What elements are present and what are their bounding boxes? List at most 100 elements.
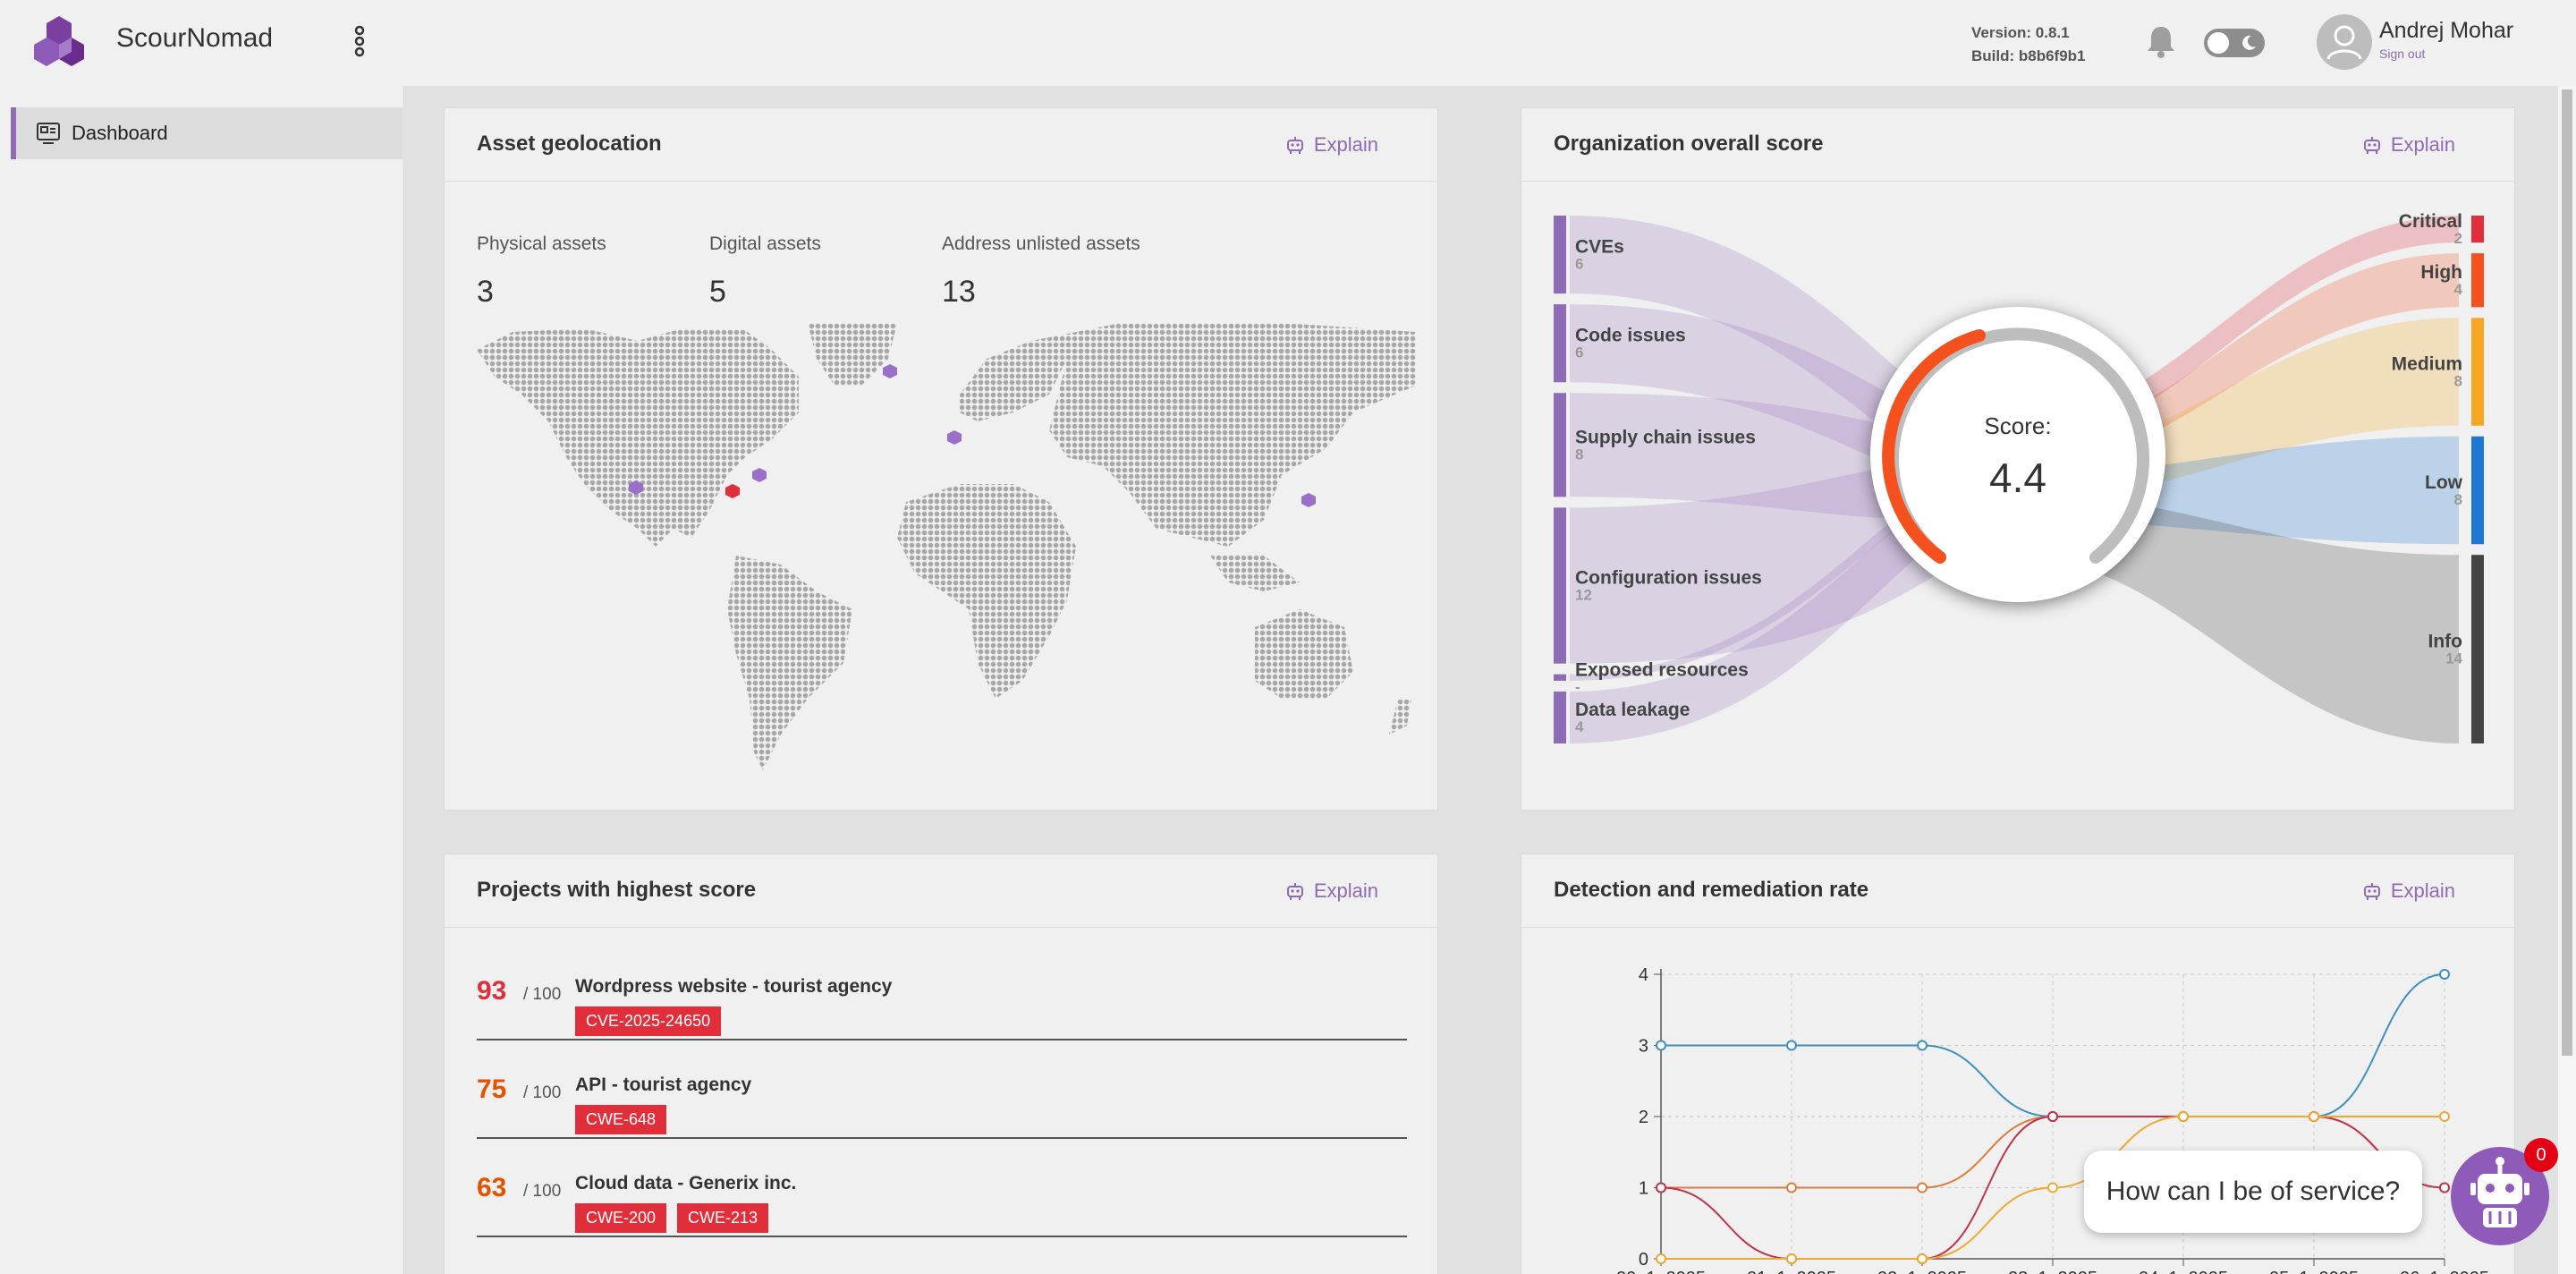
y-tick-label: 1 — [1639, 1179, 1648, 1199]
sankey-source-node — [1554, 674, 1566, 681]
digital-asset-marker[interactable] — [1301, 493, 1316, 507]
digital-asset-marker[interactable] — [947, 430, 962, 445]
project-row[interactable]: 63 / 100 Cloud data - Generix inc. CWE-2… — [477, 1139, 1407, 1237]
card-title: Detection and remediation rate — [1554, 878, 1869, 902]
data-point[interactable] — [1786, 1253, 1797, 1264]
data-point[interactable] — [2439, 1182, 2450, 1193]
sankey-severity-label: Critical — [2399, 211, 2462, 232]
x-tick-label: 24. 1. 2025 — [2139, 1269, 2228, 1274]
card-header: Asset geolocation Explain — [445, 108, 1437, 182]
sankey-severity-node — [2471, 253, 2484, 308]
sankey-source-label: CVEs — [1575, 237, 1624, 258]
robot-icon — [1286, 883, 1303, 900]
sankey-source-label: Supply chain issues — [1575, 427, 1756, 447]
project-row[interactable]: 75 / 100 API - tourist agency CWE-648 — [477, 1040, 1407, 1139]
stat-label: Digital assets — [709, 234, 821, 254]
project-name[interactable]: Wordpress website - tourist agency — [575, 976, 892, 998]
data-point[interactable] — [2439, 1111, 2450, 1122]
data-point[interactable] — [1786, 1182, 1797, 1193]
signout-link[interactable]: Sign out — [2379, 47, 2425, 61]
digital-asset-marker[interactable] — [752, 468, 767, 482]
physical-assets-stat: Physical assets 3 — [477, 234, 606, 310]
sankey-source-value: 6 — [1575, 256, 1583, 273]
scrollbar-thumb[interactable] — [2562, 89, 2572, 1056]
x-tick-label: 20. 1. 2025 — [1616, 1269, 1706, 1274]
data-point[interactable] — [1656, 1253, 1666, 1264]
y-tick-label: 0 — [1639, 1250, 1648, 1270]
avatar-icon[interactable] — [2317, 14, 2372, 70]
explain-button[interactable]: Explain — [1285, 879, 1378, 903]
sankey-severity-value: 4 — [2454, 281, 2463, 298]
sankey-source-node — [1554, 691, 1566, 743]
explain-button[interactable]: Explain — [2362, 133, 2455, 157]
sankey-severity-value: 2 — [2454, 230, 2462, 247]
sankey-severity-node — [2471, 436, 2484, 545]
stat-label: Physical assets — [477, 234, 606, 254]
y-tick-label: 4 — [1639, 965, 1648, 985]
logo-icon[interactable] — [32, 14, 86, 68]
sankey-severity-label: High — [2420, 262, 2462, 283]
data-point[interactable] — [2439, 969, 2450, 980]
explain-label: Explain — [1313, 133, 1378, 156]
chatbot-prompt[interactable]: How can I be of service? — [2084, 1151, 2422, 1233]
x-tick-label: 21. 1. 2025 — [1747, 1269, 1836, 1274]
top-bar: ScourNomad Version: 0.8.1 Build: b8b6f9b… — [0, 0, 2576, 86]
bell-icon[interactable] — [2145, 23, 2177, 59]
vulnerability-tag[interactable]: CWE-648 — [575, 1105, 667, 1134]
data-point[interactable] — [2047, 1111, 2058, 1122]
x-tick-label: 26. 1. 2025 — [2400, 1269, 2489, 1274]
stat-value: 13 — [942, 275, 976, 309]
vulnerability-tag[interactable]: CVE-2025-24650 — [575, 1006, 722, 1036]
card-header: Projects with highest score Explain — [445, 854, 1437, 928]
vulnerability-tag[interactable]: CWE-213 — [677, 1203, 769, 1233]
sankey-severity-node — [2471, 216, 2484, 243]
data-point[interactable] — [1656, 1182, 1666, 1193]
sankey-source-label: Data leakage — [1575, 700, 1690, 720]
x-tick-label: 25. 1. 2025 — [2269, 1269, 2359, 1274]
project-score-max: / 100 — [523, 985, 562, 1004]
data-point[interactable] — [1917, 1253, 1928, 1264]
sankey-source-label: Code issues — [1575, 326, 1686, 346]
x-tick-label: 23. 1. 2025 — [2008, 1269, 2097, 1274]
y-tick-label: 2 — [1639, 1108, 1648, 1127]
sankey-severity-value: 14 — [2445, 650, 2462, 667]
project-score-max: / 100 — [523, 1182, 562, 1201]
theme-toggle[interactable] — [2204, 29, 2265, 57]
sankey-source-value: 6 — [1575, 344, 1583, 361]
data-point[interactable] — [1786, 1040, 1797, 1051]
project-name[interactable]: API - tourist agency — [575, 1074, 751, 1096]
explain-button[interactable]: Explain — [2362, 879, 2455, 903]
explain-button[interactable]: Explain — [1285, 133, 1378, 157]
project-name[interactable]: Cloud data - Generix inc. — [575, 1173, 796, 1194]
page-scrollbar[interactable] — [2558, 86, 2576, 1274]
sankey-source-label: Configuration issues — [1575, 568, 1762, 589]
sidebar-item-dashboard[interactable]: Dashboard — [11, 107, 402, 159]
organization-score-card: Organization overall score Explain CVEs 6… — [1521, 107, 2515, 811]
card-header: Organization overall score Explain — [1521, 108, 2514, 182]
stat-value: 3 — [477, 275, 494, 309]
data-point[interactable] — [2309, 1111, 2319, 1122]
sankey-severity-label: Info — [2428, 632, 2462, 652]
card-title: Asset geolocation — [477, 132, 662, 156]
project-score-max: / 100 — [523, 1083, 562, 1102]
data-point[interactable] — [1917, 1040, 1928, 1051]
y-tick-label: 3 — [1639, 1037, 1648, 1057]
score-value: 4.4 — [1989, 454, 2046, 501]
app-title: ScourNomad — [116, 23, 274, 53]
project-row[interactable]: 93 / 100 Wordpress website - tourist age… — [477, 942, 1407, 1040]
physical-asset-marker[interactable] — [725, 484, 740, 498]
data-point[interactable] — [2047, 1182, 2058, 1193]
sankey-source-label: Exposed resources — [1575, 659, 1749, 680]
data-point[interactable] — [2178, 1111, 2189, 1122]
kebab-menu-icon[interactable] — [349, 25, 370, 57]
digital-asset-marker[interactable] — [883, 364, 897, 378]
data-point[interactable] — [1917, 1182, 1928, 1193]
vulnerability-tag[interactable]: CWE-200 — [575, 1203, 667, 1233]
sankey-severity-node — [2471, 555, 2484, 743]
sankey-severity-node — [2471, 318, 2484, 426]
data-point[interactable] — [1656, 1040, 1666, 1051]
robot-icon — [2363, 137, 2380, 154]
sankey-source-value: 12 — [1575, 587, 1592, 604]
dashboard-icon — [37, 123, 60, 144]
sankey-source-node — [1554, 507, 1566, 664]
